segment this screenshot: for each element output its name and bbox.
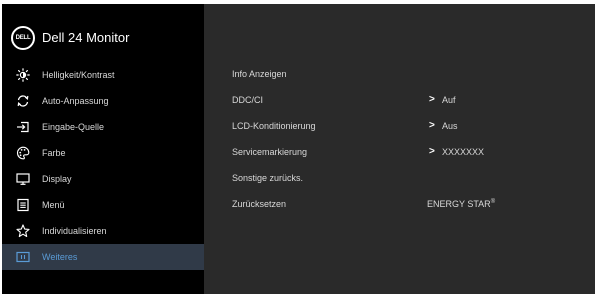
dell-logo: DELL bbox=[11, 26, 35, 50]
energy-star-label: ENERGY STAR® bbox=[427, 199, 495, 209]
sidebar-item-brightness-contrast[interactable]: Helligkeit/Kontrast bbox=[2, 62, 204, 88]
registered-mark: ® bbox=[490, 199, 496, 205]
sidebar-item-label: Eingabe-Quelle bbox=[42, 122, 105, 132]
sidebar-item-label: Menü bbox=[42, 200, 65, 210]
brightness-icon bbox=[16, 68, 30, 82]
row-label: Zurücksetzen bbox=[232, 199, 287, 209]
row-sonstige-zuruecks[interactable]: Sonstige zurücks. bbox=[232, 170, 592, 190]
sidebar-item-label: Individualisieren bbox=[42, 226, 107, 236]
page-title: Dell 24 Monitor bbox=[42, 30, 130, 45]
sidebar-item-display[interactable]: Display bbox=[2, 166, 204, 192]
others-icon bbox=[16, 250, 30, 264]
sidebar-item-label: Auto-Anpassung bbox=[42, 96, 109, 106]
sidebar-item-color[interactable]: Farbe bbox=[2, 140, 204, 166]
display-icon bbox=[16, 172, 30, 186]
row-servicemarkierung[interactable]: Servicemarkierung > XXXXXXX bbox=[232, 144, 592, 164]
row-value: XXXXXXX bbox=[442, 147, 485, 157]
row-label: Info Anzeigen bbox=[232, 69, 287, 79]
chevron-right-icon: > bbox=[429, 120, 435, 131]
chevron-right-icon: > bbox=[429, 94, 435, 105]
input-source-icon bbox=[16, 120, 30, 134]
sidebar-item-label: Farbe bbox=[42, 148, 66, 158]
row-label: LCD-Konditionierung bbox=[232, 121, 316, 131]
row-value: Auf bbox=[442, 95, 456, 105]
sidebar-item-auto-adjust[interactable]: Auto-Anpassung bbox=[2, 88, 204, 114]
menu-icon bbox=[16, 198, 30, 212]
sidebar-item-menu[interactable]: Menü bbox=[2, 192, 204, 218]
sidebar-item-input-source[interactable]: Eingabe-Quelle bbox=[2, 114, 204, 140]
row-label: Servicemarkierung bbox=[232, 147, 308, 157]
row-zuruecksetzen[interactable]: Zurücksetzen ENERGY STAR® bbox=[232, 196, 592, 216]
star-icon bbox=[16, 224, 30, 238]
osd-header: DELL Dell 24 Monitor bbox=[2, 4, 204, 57]
row-value: Aus bbox=[442, 121, 458, 131]
row-label: DDC/CI bbox=[232, 95, 263, 105]
sidebar-item-label: Display bbox=[42, 174, 72, 184]
row-label: Sonstige zurücks. bbox=[232, 173, 304, 183]
row-info-anzeigen[interactable]: Info Anzeigen bbox=[232, 66, 592, 86]
row-lcd-konditionierung[interactable]: LCD-Konditionierung > Aus bbox=[232, 118, 592, 138]
sidebar: DELL Dell 24 Monitor Helligkeit/Kontrast… bbox=[2, 4, 204, 294]
sidebar-item-personalize[interactable]: Individualisieren bbox=[2, 218, 204, 244]
row-ddc-ci[interactable]: DDC/CI > Auf bbox=[232, 92, 592, 112]
color-icon bbox=[16, 146, 30, 160]
sidebar-item-label: Weiteres bbox=[42, 252, 78, 262]
auto-adjust-icon bbox=[16, 94, 30, 108]
chevron-right-icon: > bbox=[429, 146, 435, 157]
monitor-osd: DELL Dell 24 Monitor Helligkeit/Kontrast… bbox=[2, 4, 595, 294]
sidebar-item-label: Helligkeit/Kontrast bbox=[42, 70, 115, 80]
sidebar-item-others[interactable]: Weiteres bbox=[2, 244, 204, 270]
energy-star-text: ENERGY STAR bbox=[427, 199, 491, 209]
